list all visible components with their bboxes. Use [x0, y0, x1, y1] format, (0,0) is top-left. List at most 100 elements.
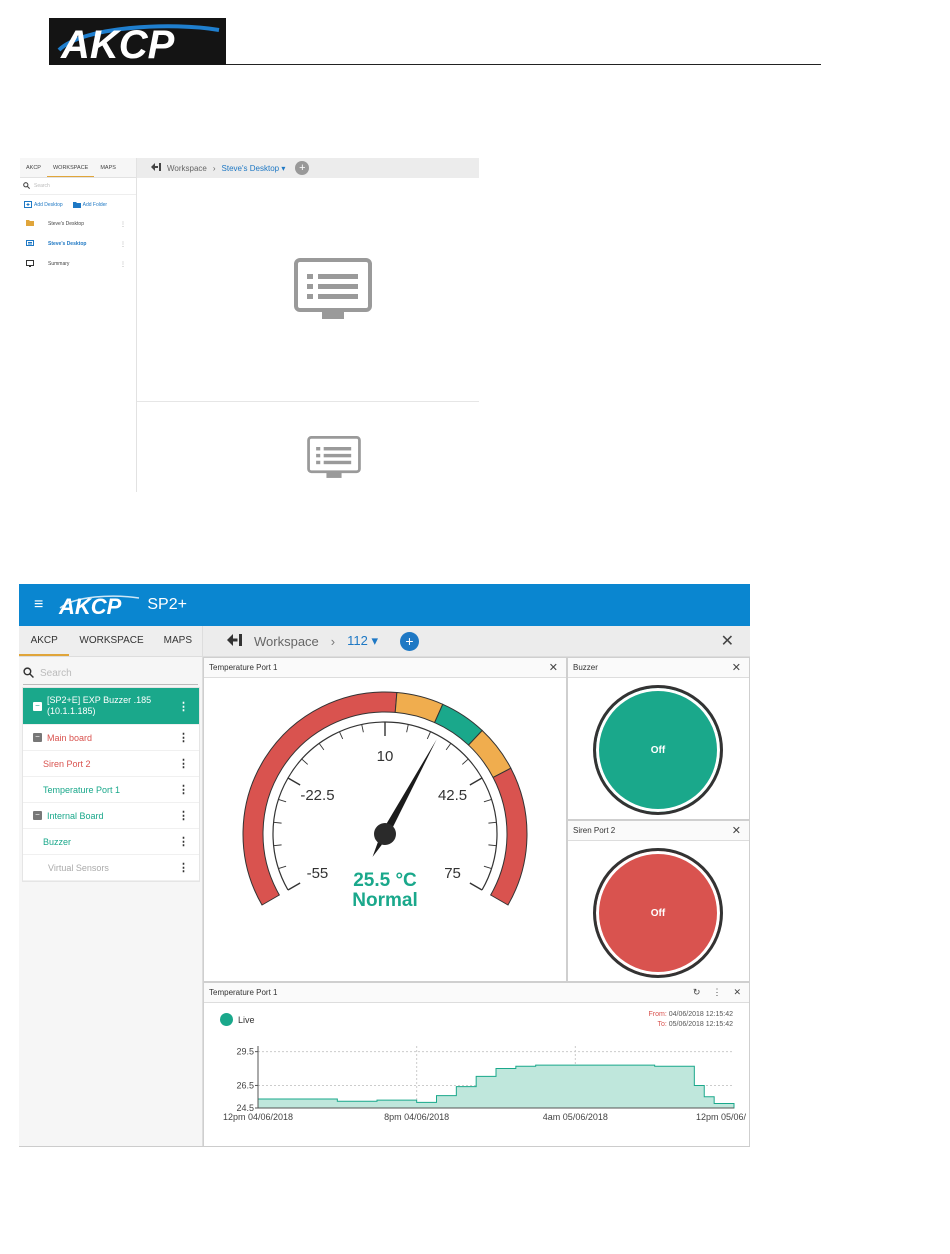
gauge-minor-tick: [278, 865, 287, 870]
tab-akcp[interactable]: AKCP: [19, 626, 70, 656]
tree-node-device[interactable]: − [SP2+E] EXP Buzzer .185 (10.1.1.185) ⋮: [23, 688, 199, 725]
kebab-menu-icon[interactable]: ⋮: [178, 809, 189, 822]
buzzer-status-indicator[interactable]: Off: [593, 685, 723, 815]
kebab-menu-icon[interactable]: ⋮: [178, 757, 189, 770]
gauge-major-tick: [287, 777, 301, 786]
widget-title-bar: Buzzer ✕: [568, 658, 749, 678]
close-icon[interactable]: ✕: [733, 987, 741, 998]
gauge-minor-tick: [318, 743, 325, 751]
device-tree: − [SP2+E] EXP Buzzer .185 (10.1.1.185) ⋮…: [22, 687, 200, 882]
tab-workspace[interactable]: WORKSPACE: [69, 626, 153, 656]
small-item-label: Summary: [48, 261, 70, 267]
kebab-menu-icon[interactable]: ⋮: [120, 221, 126, 228]
siren-port-label: Siren Port 2: [43, 758, 91, 769]
gauge-minor-tick: [445, 743, 452, 751]
siren-status-indicator[interactable]: Off: [593, 848, 723, 978]
header-rule: [226, 64, 821, 65]
product-name: SP2+: [147, 596, 187, 613]
small-sidebar: AKCP WORKSPACE MAPS Search Add Desktop A…: [20, 158, 137, 492]
kebab-menu-icon[interactable]: ⋮: [178, 700, 189, 713]
gauge-minor-tick: [406, 724, 409, 733]
search-input[interactable]: Search: [23, 663, 198, 685]
desktop-placeholder-pane-2: [137, 403, 479, 492]
breadcrumb-current[interactable]: Steve's Desktop ▾: [222, 164, 286, 173]
widget-title-bar: Siren Port 2 ✕: [568, 821, 749, 841]
small-list-item-folder[interactable]: Steve's Desktop ⋮: [20, 214, 136, 234]
folder-icon: [26, 220, 34, 228]
to-value: 05/06/2018 12:15:42: [668, 1021, 733, 1028]
kebab-menu-icon[interactable]: ⋮: [712, 987, 721, 998]
small-tab-akcp[interactable]: AKCP: [20, 158, 47, 177]
collapse-icon[interactable]: −: [33, 733, 42, 742]
logo-text: AKCP: [60, 23, 175, 64]
main-board-label: Main board: [47, 732, 93, 743]
gauge-tick-label: 42.5: [438, 787, 467, 804]
akcp-document-logo: AKCP: [49, 18, 226, 65]
graph-date-range: From: 04/06/2018 12:15:42 To: 05/06/2018…: [649, 1010, 733, 1030]
tab-maps[interactable]: MAPS: [154, 626, 202, 656]
siren-widget: Siren Port 2 ✕ Off: [567, 820, 750, 982]
breadcrumb-separator-icon: ›: [330, 633, 336, 649]
kebab-menu-icon[interactable]: ⋮: [178, 835, 189, 848]
small-list-item-summary[interactable]: Summary ⋮: [20, 254, 136, 274]
small-tab-maps[interactable]: MAPS: [94, 158, 122, 177]
kebab-menu-icon[interactable]: ⋮: [178, 861, 189, 874]
hamburger-menu-icon[interactable]: ≡: [34, 597, 43, 613]
collapse-icon[interactable]: −: [33, 811, 42, 820]
small-search[interactable]: Search: [20, 178, 136, 195]
close-icon[interactable]: ✕: [549, 661, 558, 674]
kebab-menu-icon[interactable]: ⋮: [120, 261, 126, 268]
small-actions: Add Desktop Add Folder: [20, 195, 136, 214]
gauge-major-tick: [469, 777, 483, 786]
desktop-placeholder-icon-small: [307, 436, 361, 478]
add-folder-label: Add Folder: [82, 201, 108, 208]
kebab-menu-icon[interactable]: ⋮: [178, 731, 189, 744]
close-icon[interactable]: ✕: [732, 824, 741, 837]
small-list-item-desktop[interactable]: Steve's Desktop ⋮: [20, 234, 136, 254]
add-desktop-icon: [24, 201, 32, 208]
add-desktop-button[interactable]: Add Desktop: [24, 201, 63, 208]
graph-series-area: [257, 1064, 735, 1109]
refresh-icon[interactable]: ↻: [693, 987, 701, 998]
virtual-sensors-label: Virtual Sensors: [48, 862, 109, 873]
add-button[interactable]: +: [295, 161, 310, 175]
device-name: [SP2+E] EXP Buzzer .185: [47, 695, 152, 705]
tree-node-virtual-sensors[interactable]: Virtual Sensors ⋮: [23, 855, 199, 881]
back-icon[interactable]: [151, 163, 161, 173]
add-folder-button[interactable]: Add Folder: [72, 201, 108, 208]
tree-node-temperature-port[interactable]: Temperature Port 1 ⋮: [23, 777, 199, 803]
buzzer-widget: Buzzer ✕ Off: [567, 657, 750, 820]
collapse-icon[interactable]: −: [33, 701, 42, 711]
breadcrumb-workspace[interactable]: Workspace: [254, 634, 319, 649]
graph-y-tick-label: 29.5: [236, 1047, 254, 1057]
gauge-widget: Temperature Port 1 ✕ -55 -22.5 10 42.5 75 25…: [203, 657, 567, 982]
widget-title-bar: Temperature Port 1 ✕: [204, 658, 566, 678]
gauge-minor-tick: [483, 798, 492, 803]
small-tab-workspace[interactable]: WORKSPACE: [46, 158, 95, 177]
tree-node-main-board[interactable]: − Main board ⋮: [23, 725, 199, 751]
small-tab-bar: AKCP WORKSPACE MAPS: [20, 158, 136, 178]
close-icon[interactable]: ✕: [721, 631, 734, 651]
tree-node-buzzer[interactable]: Buzzer ⋮: [23, 829, 199, 855]
gauge-minor-tick: [273, 821, 282, 824]
breadcrumb-separator-icon: ›: [212, 163, 216, 173]
breadcrumb-workspace[interactable]: Workspace: [167, 164, 207, 173]
graph-toolbar: ↻ ⋮ ✕: [693, 987, 741, 998]
add-widget-button[interactable]: +: [400, 631, 420, 651]
breadcrumb-current[interactable]: 112 ▾: [347, 633, 378, 649]
app-logo-text: AKCP: [58, 594, 122, 617]
gauge-tick-label: -22.5: [300, 787, 334, 804]
back-icon[interactable]: [227, 633, 242, 649]
kebab-menu-icon[interactable]: ⋮: [120, 241, 126, 248]
graph-legend[interactable]: Live: [220, 1013, 255, 1026]
akcp-logo: AKCP: [58, 594, 140, 617]
close-icon[interactable]: ✕: [732, 661, 741, 674]
tree-node-siren-port[interactable]: Siren Port 2 ⋮: [23, 751, 199, 777]
graph-widget-title: Temperature Port 1: [209, 988, 278, 997]
graph-x-tick-label: 8pm 04/06/2018: [384, 1112, 449, 1122]
desktop-placeholder-icon: [294, 258, 372, 319]
small-search-placeholder: Search: [34, 183, 50, 189]
kebab-menu-icon[interactable]: ⋮: [178, 783, 189, 796]
small-item-label: Steve's Desktop: [48, 221, 84, 227]
tree-node-internal-board[interactable]: − Internal Board ⋮: [23, 803, 199, 829]
